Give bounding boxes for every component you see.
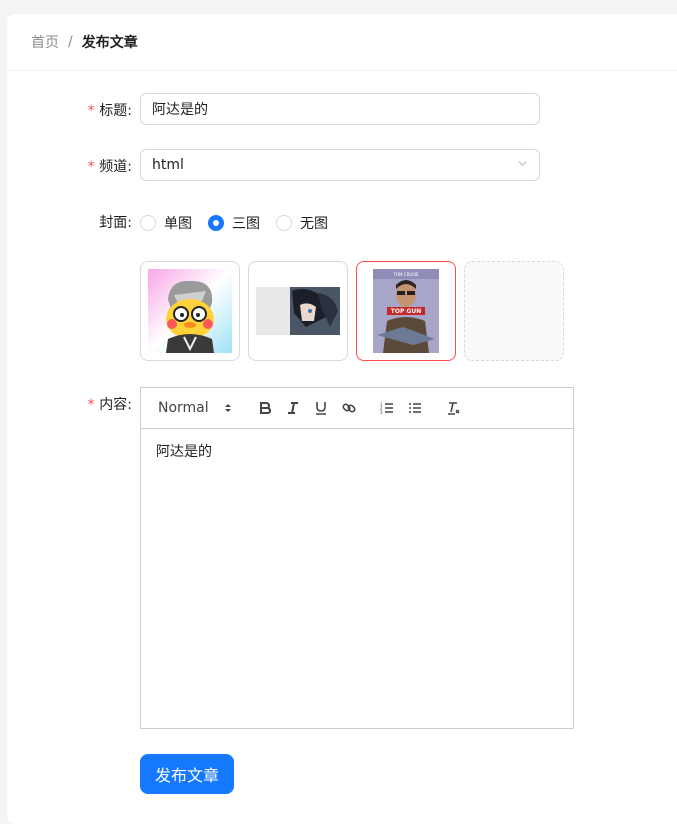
format-select[interactable]: Normal	[149, 396, 241, 420]
underline-icon[interactable]	[307, 396, 335, 420]
title-input-value: 阿达是的	[152, 102, 208, 118]
breadcrumb: 首页 / 发布文章	[7, 14, 677, 71]
sort-arrows-icon	[225, 404, 231, 412]
cover-label-text: 封面:	[99, 215, 132, 231]
content-label: * 内容:	[7, 394, 132, 414]
title-label: * 标题:	[7, 100, 132, 120]
cover-thumbnail-selected[interactable]: TOM CRUISE TOP GUN	[356, 261, 456, 361]
upload-placeholder[interactable]	[464, 261, 564, 361]
svg-text:3: 3	[380, 410, 383, 415]
breadcrumb-home[interactable]: 首页	[31, 32, 59, 52]
cartoon-avatar-image	[148, 269, 232, 353]
editor-text: 阿达是的	[156, 444, 212, 460]
cover-thumbnail[interactable]	[140, 261, 240, 361]
radio-label: 三图	[232, 216, 260, 232]
movie-poster-image: TOM CRUISE TOP GUN	[373, 269, 439, 353]
anime-character-image	[256, 287, 340, 335]
channel-label-text: 频道:	[99, 159, 132, 175]
link-icon[interactable]	[335, 396, 363, 420]
required-mark: *	[86, 397, 96, 413]
channel-select-value: html	[152, 157, 184, 173]
svg-text:TOP GUN: TOP GUN	[391, 308, 422, 315]
bold-icon[interactable]	[251, 396, 279, 420]
breadcrumb-current: 发布文章	[81, 35, 138, 51]
chevron-down-icon	[518, 161, 527, 167]
rich-text-editor: Normal 123 阿达是的	[140, 387, 574, 729]
italic-icon[interactable]	[279, 396, 307, 420]
radio-circle-checked	[208, 215, 224, 231]
channel-select[interactable]: html	[140, 149, 540, 181]
clear-format-icon[interactable]	[439, 396, 467, 420]
cover-radio-group: 单图 三图 无图	[140, 213, 344, 233]
breadcrumb-separator: /	[68, 34, 73, 50]
required-mark: *	[86, 159, 96, 175]
cover-upload-list: TOM CRUISE TOP GUN	[140, 261, 572, 361]
format-select-value: Normal	[158, 400, 209, 416]
required-mark: *	[86, 103, 96, 119]
svg-text:TOM CRUISE: TOM CRUISE	[392, 272, 419, 277]
radio-label: 无图	[300, 216, 328, 232]
cover-radio-single[interactable]: 单图	[140, 213, 192, 233]
publish-card: 首页 / 发布文章 * 标题: 阿达是的 * 频道: html 封面: 单图 三图 …	[7, 14, 677, 824]
publish-button[interactable]: 发布文章	[140, 754, 235, 794]
content-label-text: 内容:	[99, 397, 132, 413]
cover-radio-three[interactable]: 三图	[208, 213, 260, 233]
cover-label: 封面:	[7, 212, 132, 232]
radio-circle	[276, 215, 292, 231]
cover-radio-none[interactable]: 无图	[276, 213, 328, 233]
ordered-list-icon[interactable]: 123	[373, 396, 401, 420]
title-label-text: 标题:	[99, 103, 132, 119]
editor-content[interactable]: 阿达是的	[141, 429, 573, 473]
radio-circle	[140, 215, 156, 231]
editor-toolbar: Normal 123	[141, 388, 573, 429]
channel-label: * 频道:	[7, 156, 132, 176]
radio-label: 单图	[164, 216, 192, 232]
bullet-list-icon[interactable]	[401, 396, 429, 420]
title-input[interactable]: 阿达是的	[140, 93, 540, 125]
cover-thumbnail[interactable]	[248, 261, 348, 361]
